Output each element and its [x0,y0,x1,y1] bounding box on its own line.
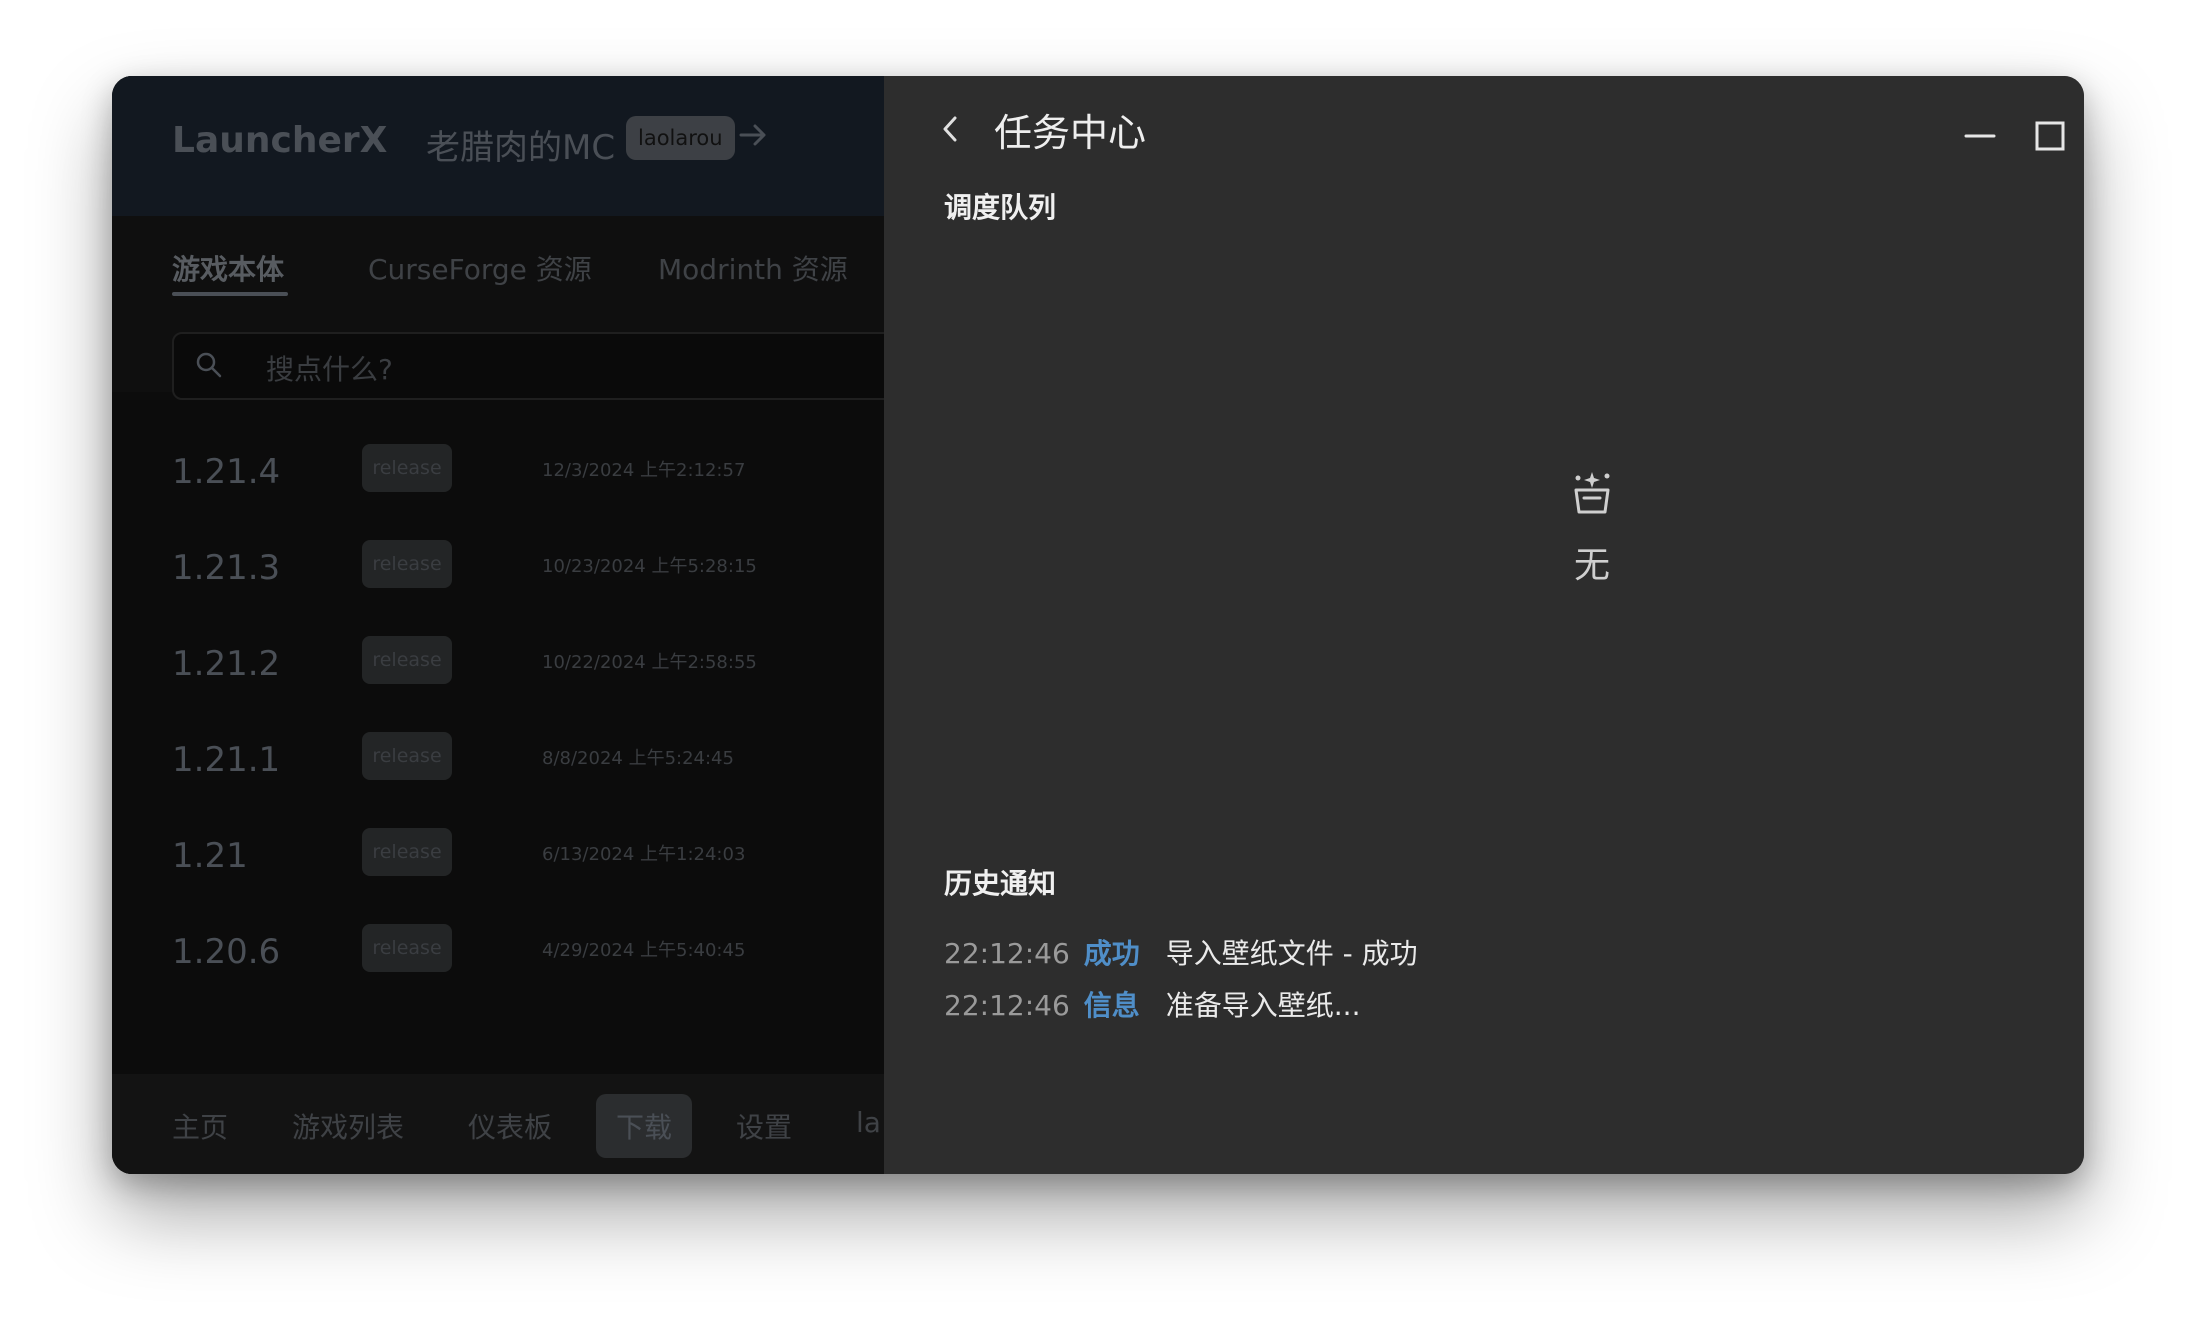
tab-game-core[interactable]: 游戏本体 [172,248,284,288]
history-time: 22:12:46 [944,937,1070,970]
version-row[interactable]: 1.21.4 release 12/3/2024 上午2:12:57 [172,444,872,504]
launcher-header: LauncherX 老腊肉的MC laolarou [112,76,884,216]
version-row[interactable]: 1.21.1 release 8/8/2024 上午5:24:45 [172,732,872,792]
version-row[interactable]: 1.21.3 release 10/23/2024 上午5:28:15 [172,540,872,600]
version-date: 10/22/2024 上午2:58:55 [542,652,757,673]
version-row[interactable]: 1.21.2 release 10/22/2024 上午2:58:55 [172,636,872,696]
queue-section-title: 调度队列 [944,191,1057,224]
arrow-right-icon[interactable] [738,120,768,150]
nav-account[interactable]: la [856,1106,881,1139]
version-name: 1.21.2 [172,644,281,684]
empty-state-text: 无 [1573,545,1610,586]
history-message: 导入壁纸文件 - 成功 [1165,937,1418,970]
release-badge: release [362,732,452,780]
launcher-window: LauncherX 老腊肉的MC laolarou 游戏本体 CurseForg… [112,76,2084,1174]
page-title: 任务中心 [994,111,1147,155]
release-badge: release [362,924,452,972]
version-row[interactable]: 1.21 release 6/13/2024 上午1:24:03 [172,828,872,888]
version-name: 1.20.6 [172,932,281,972]
nav-dashboard[interactable]: 仪表板 [468,1106,552,1146]
search-box[interactable]: 搜点什么? [172,332,884,400]
history-section-title: 历史通知 [944,867,1057,900]
version-date: 12/3/2024 上午2:12:57 [542,460,746,481]
history-time: 22:12:46 [944,989,1070,1022]
search-icon [196,352,222,378]
nav-download[interactable]: 下载 [596,1094,693,1158]
release-badge: release [362,540,452,588]
nav-game-list[interactable]: 游戏列表 [292,1106,404,1146]
version-date: 10/23/2024 上午5:28:15 [542,556,757,577]
version-row[interactable]: 1.20.6 release 4/29/2024 上午5:40:45 [172,924,872,984]
release-badge: release [362,444,452,492]
tab-modrinth[interactable]: Modrinth 资源 [658,248,848,288]
app-brand: LauncherX [172,120,388,161]
profile-badge[interactable]: laolarou [626,116,735,160]
history-level-success: 成功 [1083,937,1140,970]
empty-box-icon [1574,472,1610,514]
search-input[interactable]: 搜点什么? [266,348,393,388]
history-item: 22:12:46 信息 准备导入壁纸... [944,984,1360,1028]
back-chevron-icon[interactable] [936,112,964,146]
task-center-panel: 任务中心 调度队列 无 历史通知 22:12:46 成功 导入壁纸文件 - 成功 2… [884,76,2084,1174]
history-message: 准备导入壁纸... [1165,989,1361,1022]
version-name: 1.21 [172,836,248,876]
version-date: 8/8/2024 上午5:24:45 [542,748,734,769]
bottom-navigation: 主页 游戏列表 仪表板 下载 设置 la [112,1074,884,1174]
version-name: 1.21.1 [172,740,281,780]
version-name: 1.21.4 [172,452,281,492]
launcher-background-pane: LauncherX 老腊肉的MC laolarou 游戏本体 CurseForg… [112,76,884,1174]
version-date: 6/13/2024 上午1:24:03 [542,844,746,865]
maximize-icon[interactable] [2030,116,2070,156]
history-level-info: 信息 [1083,989,1140,1022]
minimize-icon[interactable] [1960,116,2000,156]
active-tab-indicator [172,292,288,296]
release-badge: release [362,828,452,876]
release-badge: release [362,636,452,684]
profile-name[interactable]: 老腊肉的MC [426,120,615,169]
nav-home[interactable]: 主页 [172,1106,228,1146]
tab-curseforge[interactable]: CurseForge 资源 [368,248,592,288]
history-item: 22:12:46 成功 导入壁纸文件 - 成功 [944,932,1418,976]
version-name: 1.21.3 [172,548,281,588]
version-date: 4/29/2024 上午5:40:45 [542,940,746,961]
nav-settings[interactable]: 设置 [736,1106,792,1146]
